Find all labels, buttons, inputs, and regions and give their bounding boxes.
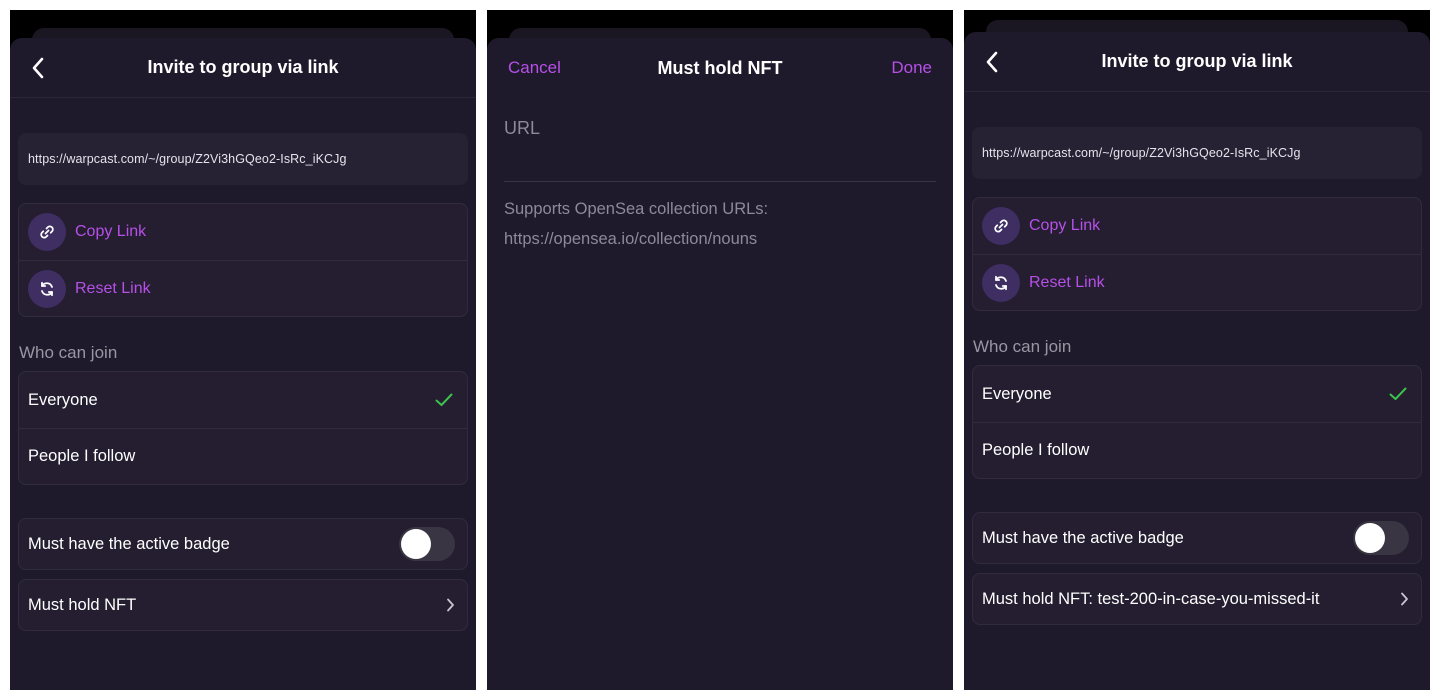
active-badge-row: Must have the active badge [972, 512, 1422, 564]
toggle-knob [1355, 523, 1385, 553]
option-people-i-follow[interactable]: People I follow [19, 428, 467, 484]
chevron-right-icon [1401, 592, 1408, 606]
join-options-group: Everyone People I follow [18, 371, 468, 485]
hint-example-url: https://opensea.io/collection/nouns [504, 230, 758, 248]
copy-link-label: Copy Link [75, 223, 147, 240]
checkmark-icon [1389, 387, 1407, 400]
link-actions-group: Copy Link Reset Link [972, 197, 1422, 311]
join-options-group: Everyone People I follow [972, 365, 1422, 479]
active-badge-label: Must have the active badge [28, 534, 230, 553]
who-can-join-label: Who can join [973, 337, 1072, 356]
hint-text: Supports OpenSea collection URLs: [504, 200, 769, 218]
active-badge-label: Must have the active badge [982, 528, 1184, 547]
refresh-icon [28, 269, 66, 308]
header: Invite to group via link [964, 32, 1430, 92]
invite-link-field[interactable]: https://warpcast.com/~/group/Z2Vi3hGQeo2… [972, 127, 1422, 179]
url-field [504, 112, 936, 182]
nft-sheet: Cancel Must hold NFT Done Supports OpenS… [487, 38, 953, 690]
option-people-i-follow[interactable]: People I follow [973, 422, 1421, 478]
url-input[interactable] [504, 112, 936, 139]
page-title: Invite to group via link [147, 57, 339, 77]
reset-link-button[interactable]: Reset Link [973, 254, 1421, 310]
option-everyone[interactable]: Everyone [973, 366, 1421, 422]
checkmark-icon [435, 393, 453, 406]
option-people-i-follow-label: People I follow [28, 447, 136, 465]
option-people-i-follow-label: People I follow [982, 441, 1090, 459]
done-button[interactable]: Done [891, 58, 932, 78]
active-badge-toggle[interactable] [1353, 521, 1409, 555]
must-hold-nft-screen: Cancel Must hold NFT Done Supports OpenS… [487, 10, 953, 690]
must-hold-nft-label: Must hold NFT: test-200-in-case-you-miss… [982, 589, 1320, 608]
page-title: Invite to group via link [1101, 51, 1293, 71]
invite-screen-with-nft: Invite to group via link https://warpcas… [964, 10, 1430, 690]
link-actions-group: Copy Link Reset Link [18, 203, 468, 317]
reset-link-label: Reset Link [75, 279, 151, 297]
invite-screen-initial: Invite to group via link https://warpcas… [10, 10, 476, 690]
invite-link-field[interactable]: https://warpcast.com/~/group/Z2Vi3hGQeo2… [18, 133, 468, 185]
copy-link-button[interactable]: Copy Link [19, 204, 467, 260]
option-everyone-label: Everyone [28, 390, 98, 409]
toggle-knob [401, 529, 431, 559]
copy-link-button[interactable]: Copy Link [973, 198, 1421, 254]
chevron-left-icon [986, 51, 998, 73]
who-can-join-label: Who can join [19, 343, 118, 362]
back-button[interactable] [26, 54, 50, 82]
invite-sheet: Invite to group via link https://warpcas… [964, 32, 1430, 690]
page-title: Must hold NFT [657, 58, 783, 78]
chevron-right-icon [447, 598, 454, 612]
must-hold-nft-label: Must hold NFT [28, 595, 137, 614]
must-hold-nft-row[interactable]: Must hold NFT: test-200-in-case-you-miss… [972, 573, 1422, 625]
option-everyone-label: Everyone [982, 384, 1052, 403]
active-badge-row: Must have the active badge [18, 518, 468, 570]
back-button[interactable] [980, 48, 1004, 76]
option-everyone[interactable]: Everyone [19, 372, 467, 428]
reset-link-button[interactable]: Reset Link [19, 260, 467, 316]
must-hold-nft-row[interactable]: Must hold NFT [18, 579, 468, 631]
active-badge-toggle[interactable] [399, 527, 455, 561]
reset-link-label: Reset Link [1029, 273, 1105, 291]
invite-sheet: Invite to group via link https://warpcas… [10, 38, 476, 690]
chevron-left-icon [32, 57, 44, 79]
copy-link-label: Copy Link [1029, 217, 1101, 234]
link-icon [982, 207, 1020, 245]
header: Invite to group via link [10, 38, 476, 98]
link-icon [28, 213, 66, 251]
refresh-icon [982, 263, 1020, 302]
